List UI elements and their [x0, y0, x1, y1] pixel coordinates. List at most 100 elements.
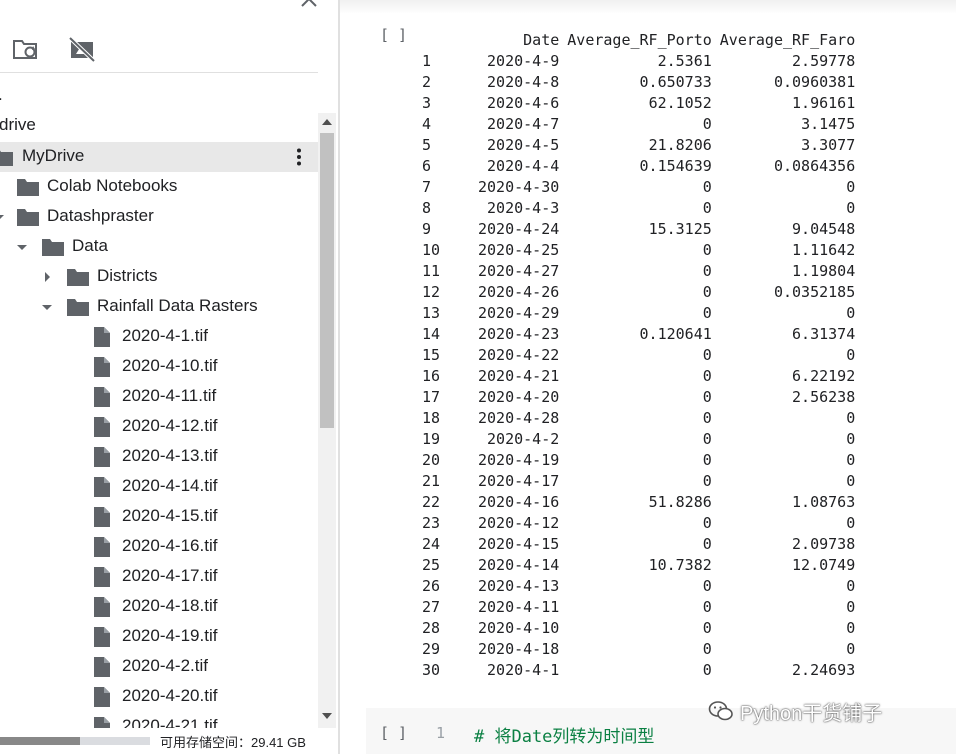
storage-indicator: 可用存储空间：29.41 GB	[0, 728, 338, 754]
tree-item-root[interactable]: .	[0, 82, 318, 112]
table-row: 10 2020-4-25 0 1.11642	[400, 240, 855, 261]
row-index: 25	[422, 556, 441, 574]
tree-item-label: 2020-4-20.tif	[122, 686, 218, 705]
porto-cell: 0	[702, 409, 712, 427]
date-cell: 2020-4-24	[478, 220, 560, 238]
file-icon	[94, 417, 110, 437]
faro-cell: 2.56238	[792, 388, 856, 406]
porto-cell: 0	[702, 178, 712, 196]
file-tree-scrollbar[interactable]	[318, 113, 336, 728]
table-row: 11 2020-4-27 0 1.19804	[400, 261, 855, 282]
more-vert-icon[interactable]	[294, 148, 304, 166]
porto-cell: 0.120641	[639, 325, 712, 343]
close-icon	[301, 0, 317, 7]
table-row: 23 2020-4-12 0 0	[400, 513, 855, 534]
faro-cell: 0	[846, 199, 856, 217]
table-row: 21 2020-4-17 0 0	[400, 471, 855, 492]
tree-item-label: 2020-4-2.tif	[122, 656, 208, 675]
cell-run-button[interactable]: [ ]	[380, 724, 407, 742]
table-row: 29 2020-4-18 0 0	[400, 639, 855, 660]
folder-icon	[42, 239, 64, 256]
tree-item-districts[interactable]: Districts	[0, 262, 318, 292]
toolbar-divider	[0, 72, 318, 73]
table-row: 22 2020-4-16 51.8286 1.08763	[400, 492, 855, 513]
tree-item-label: 2020-4-11.tif	[122, 386, 217, 405]
tree-item-file[interactable]: 2020-4-18.tif	[0, 592, 318, 622]
tree-item-mydrive[interactable]: MyDrive	[0, 142, 318, 172]
tree-item-file[interactable]: 2020-4-11.tif	[0, 382, 318, 412]
porto-cell: 0	[702, 661, 712, 679]
faro-cell: 2.59778	[792, 52, 856, 70]
tree-item-label: Rainfall Data Rasters	[97, 296, 258, 315]
table-row: 8 2020-4-3 0 0	[400, 198, 855, 219]
tree-item-file[interactable]: 2020-4-1.tif	[0, 322, 318, 352]
row-index: 13	[422, 304, 441, 322]
date-cell: 2020-4-3	[487, 199, 560, 217]
tree-item-file[interactable]: 2020-4-14.tif	[0, 472, 318, 502]
chevron-down-icon[interactable]	[15, 240, 29, 254]
tree-item-label: 2020-4-15.tif	[122, 506, 218, 525]
tree-item-file[interactable]: 2020-4-10.tif	[0, 352, 318, 382]
dataframe-output: Date Average_RF_Porto Average_RF_Faro 12…	[400, 30, 855, 681]
scroll-up-arrow-icon[interactable]	[322, 119, 332, 125]
chevron-right-icon[interactable]	[40, 270, 54, 284]
tree-item-file[interactable]: 2020-4-21.tif	[0, 712, 318, 728]
row-index: 21	[422, 472, 441, 490]
row-index: 18	[422, 409, 441, 427]
date-cell: 2020-4-2	[487, 430, 560, 448]
tree-item-file[interactable]: 2020-4-19.tif	[0, 622, 318, 652]
faro-cell: 6.31374	[792, 325, 856, 343]
code-comment[interactable]: # 将Date列转为时间型	[474, 722, 654, 747]
tree-item-label: 2020-4-19.tif	[122, 626, 218, 645]
tree-item-label: 2020-4-18.tif	[122, 596, 218, 615]
tree-item-rainfall-data-rasters[interactable]: Rainfall Data Rasters	[0, 292, 318, 322]
tree-item-colab-notebooks[interactable]: Colab Notebooks	[0, 172, 318, 202]
row-index: 5	[422, 136, 432, 154]
faro-cell: 1.08763	[792, 493, 856, 511]
file-icon	[94, 477, 110, 497]
porto-cell: 0.154639	[639, 157, 712, 175]
tree-item-label: 2020-4-16.tif	[122, 536, 218, 555]
storage-bar-fill	[0, 737, 80, 745]
date-cell: 2020-4-18	[478, 640, 560, 658]
tree-item-data[interactable]: Data	[0, 232, 318, 262]
tree-item-file[interactable]: 2020-4-17.tif	[0, 562, 318, 592]
tree-item-file[interactable]: 2020-4-12.tif	[0, 412, 318, 442]
row-index: 29	[422, 640, 441, 658]
column-header-faro: Average_RF_Faro	[719, 31, 856, 49]
row-index: 27	[422, 598, 441, 616]
row-index: 10	[422, 241, 441, 259]
table-row: 12 2020-4-26 0 0.0352185	[400, 282, 855, 303]
date-cell: 2020-4-15	[478, 535, 560, 553]
tree-item-datashpraster[interactable]: Datashpraster	[0, 202, 318, 232]
tree-item-file[interactable]: 2020-4-20.tif	[0, 682, 318, 712]
faro-cell: 0	[846, 178, 856, 196]
close-panel-button[interactable]	[298, 0, 320, 10]
tree-item-file[interactable]: 2020-4-15.tif	[0, 502, 318, 532]
faro-cell: 0	[846, 577, 856, 595]
tree-item-drive[interactable]: drive	[0, 111, 318, 141]
row-index: 30	[422, 661, 441, 679]
file-icon	[94, 507, 110, 527]
porto-cell: 0	[702, 388, 712, 406]
tree-item-file[interactable]: 2020-4-16.tif	[0, 532, 318, 562]
file-icon	[94, 627, 110, 647]
faro-cell: 0.0960381	[773, 73, 856, 91]
tree-item-file[interactable]: 2020-4-13.tif	[0, 442, 318, 472]
storage-available-text: 可用存储空间：29.41 GB	[160, 735, 306, 750]
chevron-down-icon[interactable]	[40, 300, 54, 314]
faro-cell: 0	[846, 304, 856, 322]
date-cell: 2020-4-25	[478, 241, 560, 259]
table-body: 1 2020-4-9 2.5361 2.59778 2 2020-4-8 0.650733 0…	[400, 51, 855, 681]
tree-item-file[interactable]: 2020-4-2.tif	[0, 652, 318, 682]
chevron-down-icon[interactable]	[0, 210, 6, 224]
porto-cell: 0	[702, 430, 712, 448]
tree-item-label: Colab Notebooks	[47, 176, 178, 195]
storage-bar	[0, 737, 150, 745]
scrollbar-thumb[interactable]	[320, 133, 334, 428]
unmount-drive-button[interactable]	[68, 36, 96, 63]
refresh-folder-button[interactable]	[12, 36, 40, 62]
table-row: 7 2020-4-30 0 0	[400, 177, 855, 198]
scroll-down-arrow-icon[interactable]	[322, 713, 332, 719]
row-index: 15	[422, 346, 441, 364]
